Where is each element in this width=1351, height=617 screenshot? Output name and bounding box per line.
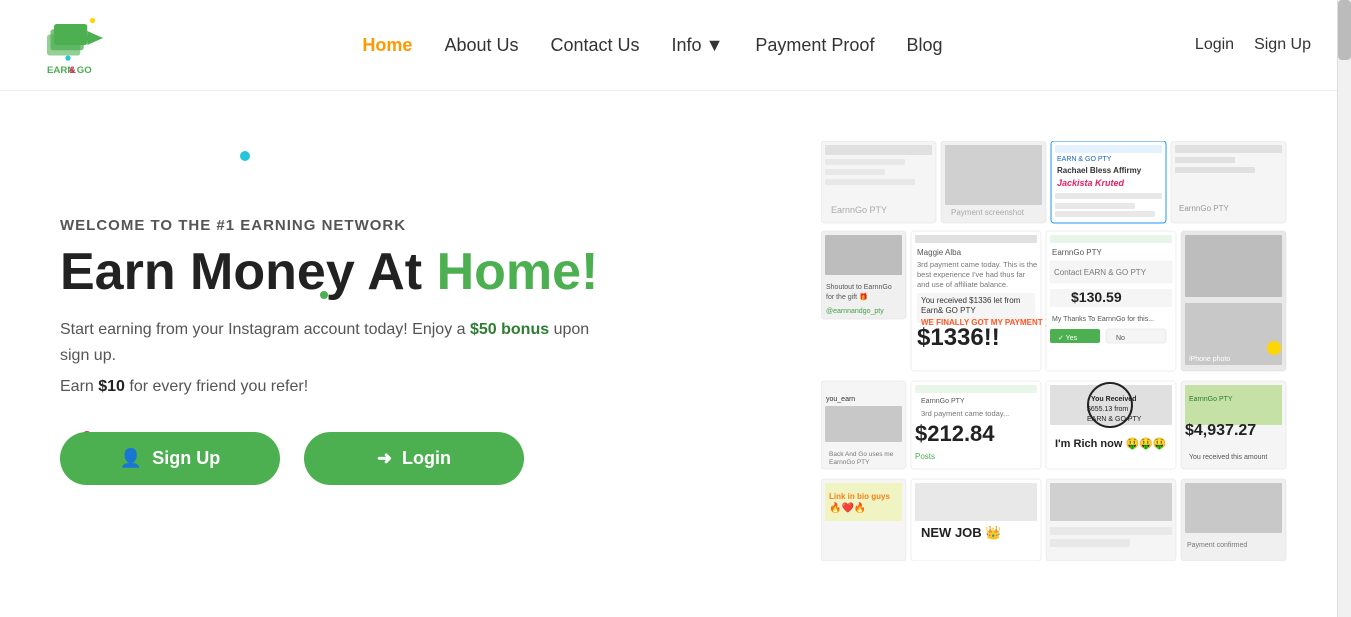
hero-description: Start earning from your Instagram accoun… — [60, 317, 600, 368]
svg-text:3rd payment came today. This i: 3rd payment came today. This is the — [917, 260, 1037, 269]
svg-text:EarnnGo PTY: EarnnGo PTY — [1052, 248, 1102, 257]
svg-text:You Received: You Received — [1091, 396, 1136, 403]
scrollbar-thumb[interactable] — [1338, 0, 1351, 60]
svg-text:@earnnandgo_pty: @earnnandgo_pty — [826, 308, 884, 315]
nav-contact[interactable]: Contact Us — [550, 35, 639, 56]
svg-text:EarnnGo PTY: EarnnGo PTY — [831, 205, 887, 215]
svg-text:GO: GO — [77, 65, 92, 76]
logo-icon: EARN & GO — [40, 10, 110, 80]
hero-section: WELCOME TO THE #1 EARNING NETWORK Earn M… — [0, 91, 1351, 611]
dot-yellow — [1267, 341, 1281, 355]
svg-text:best experience I've had thus: best experience I've had thus far — [917, 270, 1026, 279]
svg-text:Payment confirmed: Payment confirmed — [1187, 542, 1247, 549]
svg-text:You received this amount: You received this amount — [1189, 454, 1267, 461]
svg-text:Shoutout to EarnnGo: Shoutout to EarnnGo — [826, 284, 892, 291]
nav-blog[interactable]: Blog — [906, 35, 942, 56]
svg-text:you_earn: you_earn — [826, 396, 855, 403]
svg-text:No: No — [1116, 335, 1125, 342]
svg-text:iPhone photo: iPhone photo — [1189, 356, 1230, 363]
svg-text:&: & — [69, 65, 76, 76]
svg-text:and use of affiliate balance.: and use of affiliate balance. — [917, 280, 1008, 289]
nav-info[interactable]: Info ▼ — [672, 35, 724, 56]
hero-referral: Earn $10 for every friend you refer! — [60, 378, 676, 396]
signup-button[interactable]: 👤 Sign Up — [60, 432, 280, 485]
svg-text:$212.84: $212.84 — [915, 421, 995, 446]
svg-text:✓ Yes: ✓ Yes — [1058, 335, 1078, 342]
svg-text:EarnnGo PTY: EarnnGo PTY — [1179, 204, 1229, 213]
payment-collage: EarnnGo PTY Payment screenshot EARN & GO… — [821, 141, 1291, 561]
logo-wrap: EARN & GO — [40, 10, 110, 80]
nav-home[interactable]: Home — [362, 35, 412, 56]
signup-link[interactable]: Sign Up — [1254, 36, 1311, 54]
svg-text:Jackista Kruted: Jackista Kruted — [1057, 178, 1125, 188]
user-plus-icon: 👤 — [120, 448, 142, 469]
login-button[interactable]: ➜ Login — [304, 432, 524, 485]
nav-payment-proof[interactable]: Payment Proof — [755, 35, 874, 56]
svg-text:for the gift 🎁: for the gift 🎁 — [826, 292, 868, 301]
svg-text:$1336!!: $1336!! — [917, 324, 1000, 351]
svg-text:$130.59: $130.59 — [1071, 289, 1122, 305]
hero-headline: Earn Money At Home! — [60, 244, 676, 301]
svg-text:Rachael Bless Affirmy: Rachael Bless Affirmy — [1057, 166, 1142, 175]
auth-links: Login Sign Up — [1195, 36, 1311, 54]
svg-text:Payment screenshot: Payment screenshot — [951, 208, 1025, 217]
svg-text:NEW JOB 👑: NEW JOB 👑 — [921, 525, 1001, 540]
svg-text:EarnnGo PTY: EarnnGo PTY — [829, 459, 870, 466]
svg-text:You received $1336 let from: You received $1336 let from — [921, 296, 1021, 305]
hero-left: WELCOME TO THE #1 EARNING NETWORK Earn M… — [60, 217, 676, 485]
svg-text:I'm Rich now 🤑🤑🤑: I'm Rich now 🤑🤑🤑 — [1055, 437, 1167, 450]
svg-text:EarnnGo PTY: EarnnGo PTY — [1189, 396, 1233, 403]
dot-teal-1 — [240, 151, 250, 161]
svg-text:Earn& GO PTY: Earn& GO PTY — [921, 306, 976, 315]
svg-text:$655.13 from: $655.13 from — [1087, 406, 1128, 413]
svg-text:Posts: Posts — [915, 452, 935, 461]
hero-right: EarnnGo PTY Payment screenshot EARN & GO… — [676, 141, 1292, 561]
svg-text:🔥❤️🔥: 🔥❤️🔥 — [829, 501, 866, 514]
main-nav: Home About Us Contact Us Info ▼ Payment … — [110, 35, 1195, 56]
svg-text:EARN & GO PTY: EARN & GO PTY — [1057, 156, 1112, 163]
svg-text:Contact EARN & GO PTY: Contact EARN & GO PTY — [1054, 268, 1147, 277]
svg-text:Back And Go uses me: Back And Go uses me — [829, 451, 894, 458]
svg-text:My Thanks To EarnnGo for this.: My Thanks To EarnnGo for this... — [1052, 316, 1154, 323]
svg-text:$4,937.27: $4,937.27 — [1185, 422, 1256, 439]
svg-text:3rd payment came today...: 3rd payment came today... — [921, 409, 1009, 418]
svg-text:Link in bio guys: Link in bio guys — [829, 492, 890, 501]
hero-subtitle: WELCOME TO THE #1 EARNING NETWORK — [60, 217, 676, 234]
scrollbar[interactable] — [1337, 0, 1351, 617]
header: EARN & GO Home About Us Contact Us Info … — [0, 0, 1351, 91]
cta-buttons: 👤 Sign Up ➜ Login — [60, 432, 676, 485]
chevron-down-icon: ▼ — [706, 35, 724, 56]
login-icon: ➜ — [377, 448, 392, 469]
svg-text:Maggie Alba: Maggie Alba — [917, 248, 962, 257]
nav-about[interactable]: About Us — [444, 35, 518, 56]
svg-text:EarnnGo PTY: EarnnGo PTY — [921, 398, 965, 405]
login-link[interactable]: Login — [1195, 36, 1234, 54]
svg-text:EARN & GO PTY: EARN & GO PTY — [1087, 416, 1142, 423]
